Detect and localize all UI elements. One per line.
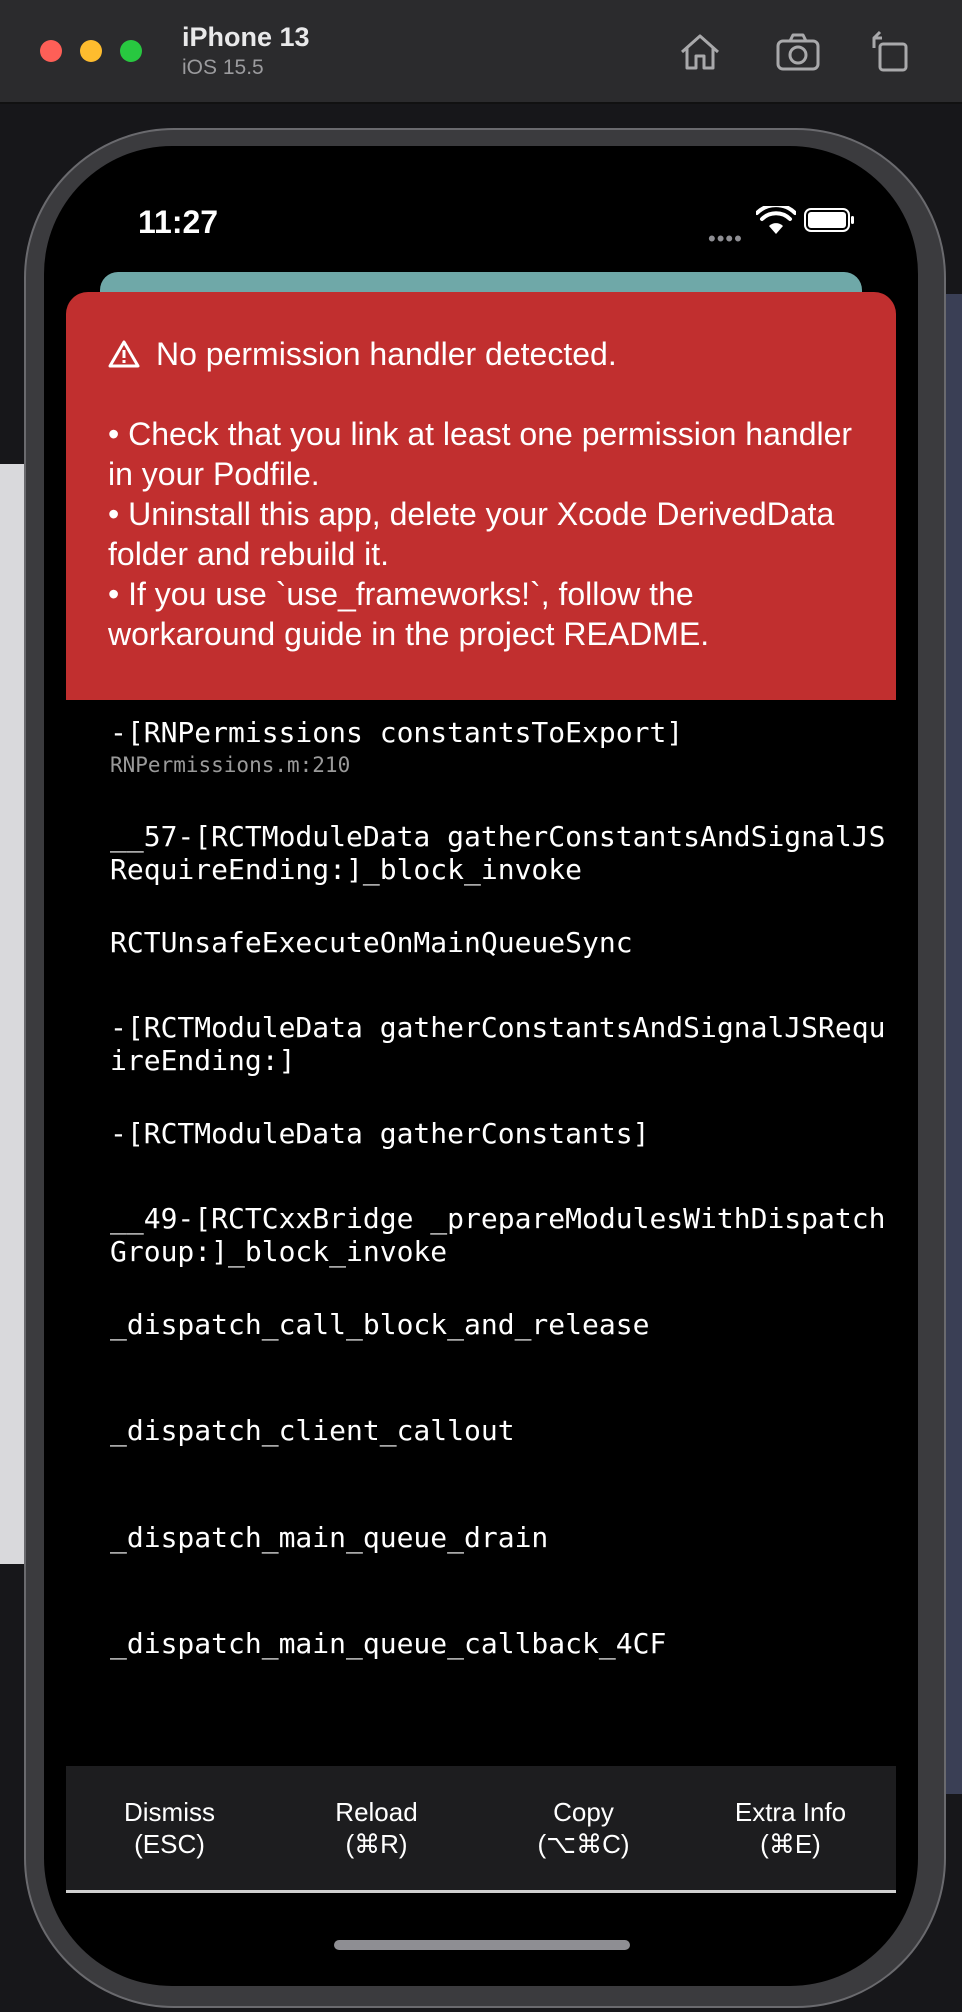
rotate-icon[interactable]	[866, 28, 914, 76]
stack-frame-file: RNPermissions.m:210	[110, 753, 351, 777]
copy-shortcut: (⌥⌘C)	[537, 1829, 630, 1859]
dismiss-shortcut: (ESC)	[134, 1829, 205, 1859]
error-title: No permission handler detected.	[108, 334, 868, 374]
stack-frame-method: __49-[RCTCxxBridge _prepareModulesWithDi…	[110, 1202, 886, 1268]
error-title-text: No permission handler detected.	[156, 336, 617, 372]
stack-frame-method: _dispatch_main_queue_drain	[110, 1521, 549, 1554]
copy-button[interactable]: Copy (⌥⌘C)	[480, 1766, 687, 1890]
stack-frame-method: _dispatch_call_block_and_release	[110, 1308, 650, 1341]
stack-frame[interactable]: __57-[RCTModuleData gatherConstantsAndSi…	[110, 820, 890, 886]
screenshot-icon[interactable]	[774, 28, 822, 76]
extra-info-button[interactable]: Extra Info (⌘E)	[687, 1766, 894, 1890]
warning-icon	[108, 340, 140, 368]
copy-label: Copy	[553, 1797, 614, 1827]
stack-frame[interactable]: -[RNPermissions constantsToExport] RNPer…	[110, 716, 890, 779]
stack-frame[interactable]: -[RCTModuleData gatherConstantsAndSignal…	[110, 1011, 890, 1077]
extra-info-shortcut: (⌘E)	[760, 1829, 821, 1859]
stack-frame-method: -[RNPermissions constantsToExport]	[110, 716, 684, 749]
reload-button[interactable]: Reload (⌘R)	[273, 1766, 480, 1890]
stack-frame[interactable]: __49-[RCTCxxBridge _prepareModulesWithDi…	[110, 1202, 890, 1268]
device-name: iPhone 13	[182, 22, 310, 52]
stack-frame-method: __57-[RCTModuleData gatherConstantsAndSi…	[110, 820, 886, 886]
stack-frame[interactable]: _dispatch_main_queue_drain	[110, 1521, 890, 1554]
stack-frame-method: -[RCTModuleData gatherConstants]	[110, 1117, 650, 1150]
stack-frame-method: _dispatch_client_callout	[110, 1414, 515, 1447]
stack-frame[interactable]: -[RCTModuleData gatherConstants]	[110, 1117, 890, 1150]
zoom-window-button[interactable]	[120, 40, 142, 62]
stack-frame-method: RCTUnsafeExecuteOnMainQueueSync	[110, 926, 633, 959]
stack-frame[interactable]: RCTUnsafeExecuteOnMainQueueSync	[110, 926, 890, 959]
status-time: 11:27	[138, 204, 219, 240]
home-indicator[interactable]	[334, 1940, 630, 1950]
wifi-icon	[756, 206, 796, 234]
battery-icon	[804, 208, 854, 232]
stack-frame[interactable]: _dispatch_call_block_and_release	[110, 1308, 890, 1341]
device-screen: 11:27 •••• No permission handler detecte…	[44, 146, 918, 1986]
reload-shortcut: (⌘R)	[345, 1829, 408, 1859]
simulator-titlebar: iPhone 13 iOS 15.5	[0, 0, 962, 104]
minimize-window-button[interactable]	[80, 40, 102, 62]
stack-frame[interactable]: _dispatch_client_callout	[110, 1414, 890, 1447]
os-version: iOS 15.5	[182, 56, 264, 79]
stack-frame-method: _dispatch_main_queue_callback_4CF	[110, 1627, 667, 1660]
redbox-footer: Dismiss (ESC) Reload (⌘R) Copy (⌥⌘C) Ext…	[66, 1766, 896, 1893]
dismiss-label: Dismiss	[124, 1797, 215, 1827]
close-window-button[interactable]	[40, 40, 62, 62]
signal-dots: ••••	[708, 226, 743, 251]
stack-frame-method: -[RCTModuleData gatherConstantsAndSignal…	[110, 1011, 886, 1077]
redbox-error-header: No permission handler detected. • Check …	[66, 292, 896, 700]
extra-info-label: Extra Info	[734, 1797, 847, 1827]
dismiss-button[interactable]: Dismiss (ESC)	[66, 1766, 273, 1890]
home-icon[interactable]	[676, 28, 724, 76]
error-message: • Check that you link at least one permi…	[108, 416, 853, 652]
reload-label: Reload	[335, 1797, 418, 1827]
stack-frame[interactable]: _dispatch_main_queue_callback_4CF	[110, 1627, 890, 1660]
